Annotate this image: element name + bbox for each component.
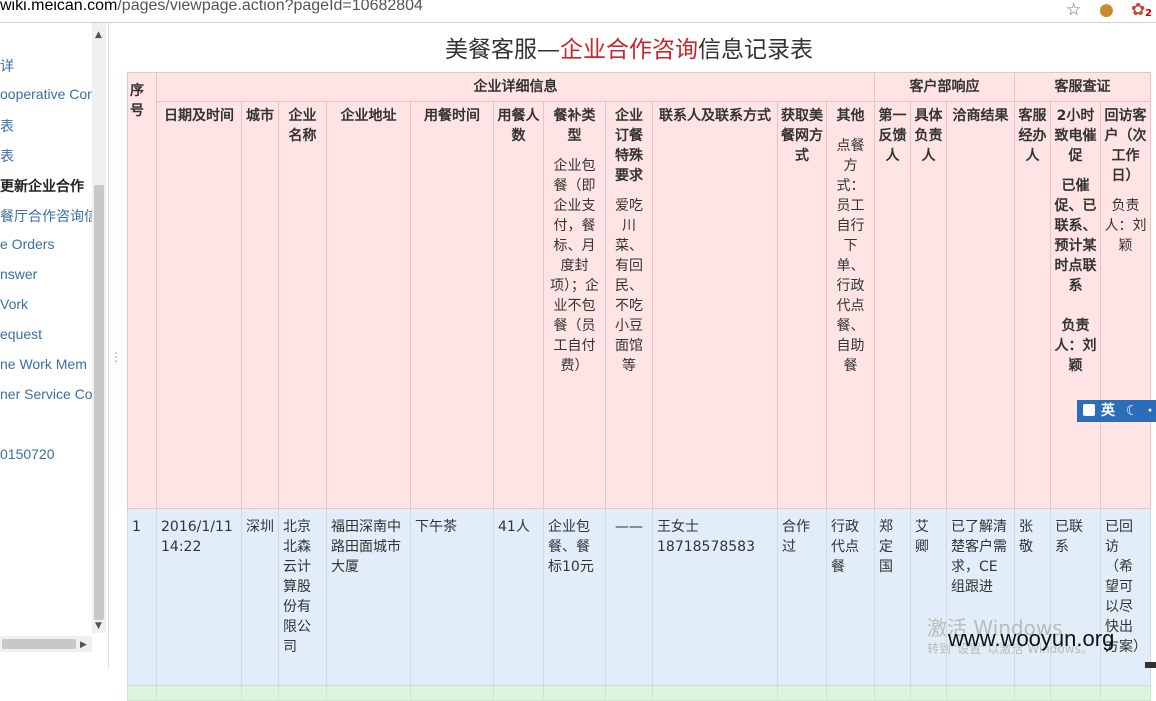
cookie-icon[interactable]: ●	[1099, 0, 1114, 20]
sidebar-item[interactable]: 表	[0, 116, 14, 136]
col-header: 企业地址	[326, 101, 411, 509]
table-cell: 深圳	[241, 508, 279, 686]
col-header: 第一反馈人	[874, 101, 911, 509]
ime-more-icon[interactable]: ·	[1147, 403, 1152, 419]
scroll-down-arrow-icon[interactable]: ▼	[95, 621, 102, 631]
col-header: 其他 点餐方式：员工自行下单、行政代点餐、自助餐	[826, 101, 875, 509]
sidebar-item[interactable]: Vork	[0, 296, 28, 312]
table-cell: 下午茶	[410, 508, 494, 686]
ime-logo-icon	[1083, 404, 1095, 416]
sidebar-hscroll-thumb[interactable]	[2, 639, 76, 649]
sidebar-item[interactable]: equest	[0, 326, 42, 342]
table-cell: 41人	[493, 508, 544, 686]
moon-icon[interactable]: ☾	[1126, 403, 1139, 419]
sidebar-item[interactable]: ner Service Co	[0, 386, 93, 402]
url-text[interactable]: wiki.meican.com/pages/viewpage.action?pa…	[0, 0, 423, 15]
table-cell: 福田深南中路田面城市大厦	[326, 508, 411, 686]
table-cell: 王女士 18718578583	[652, 508, 778, 686]
col-header: 城市	[241, 101, 279, 509]
sidebar-item[interactable]: 详	[0, 56, 14, 76]
table-cell: 已回访（希望可以尽快出方案）	[1100, 508, 1151, 686]
extension-icon[interactable]: ✿	[1131, 0, 1145, 20]
scroll-right-arrow-icon[interactable]: ▶	[80, 640, 87, 650]
bookmark-star-icon[interactable]: ☆	[1066, 0, 1081, 20]
col-header: 企业订餐特殊要求 爱吃川菜、有回民、不吃小豆面馆等	[605, 101, 653, 509]
col-header: 用餐人数	[493, 101, 544, 509]
source-watermark: www.wooyun.org	[948, 626, 1115, 651]
table-cell: ——	[605, 508, 653, 686]
table-cell: 张敬	[1014, 508, 1051, 686]
browser-url-bar[interactable]: wiki.meican.com/pages/viewpage.action?pa…	[0, 0, 1156, 23]
col-header-seq: 序号	[127, 72, 157, 509]
sidebar-item[interactable]: 餐厅合作咨询信	[0, 206, 98, 226]
col-header: 2小时致电催促 已催促、已联系、预计某时点联系 负责人：刘颖	[1050, 101, 1101, 509]
col-header: 洽商结果	[946, 101, 1015, 509]
table-row-partial	[127, 685, 1151, 701]
extension-badge: 2	[1145, 8, 1152, 19]
col-header: 具体负责人	[910, 101, 947, 509]
table-row: 1 2016/1/11 14:22 深圳 北京北森云计算股份有限公司 福田深南中…	[127, 508, 1151, 686]
page-title: 美餐客服—企业合作咨询信息记录表	[445, 37, 813, 63]
table-cell: 郑定国	[874, 508, 911, 686]
sidebar-item[interactable]: 0150720	[0, 446, 55, 462]
sidebar-resize-handle[interactable]: ⋮	[110, 350, 122, 364]
col-header: 企业名称	[278, 101, 327, 509]
row-seq: 1	[127, 508, 157, 686]
corner-mark	[1145, 662, 1156, 668]
col-header: 客服经办人	[1014, 101, 1051, 509]
table-cell: 合作过	[777, 508, 827, 686]
sidebar-item[interactable]: 表	[0, 146, 14, 166]
col-header: 餐补类型 企业包餐（即企业支付，餐标、月度封项）；企业不包餐（员工自付费）	[543, 101, 606, 509]
ime-toolbar[interactable]: 英 ☾ ·	[1077, 400, 1156, 422]
table-cell: 艾卿	[910, 508, 947, 686]
col-header: 日期及时间	[156, 101, 242, 509]
col-header: 用餐时间	[410, 101, 494, 509]
table-cell: 2016/1/11 14:22	[156, 508, 242, 686]
table-cell: 北京北森云计算股份有限公司	[278, 508, 327, 686]
table-cell: 已联系	[1050, 508, 1101, 686]
table-cell: 已了解清楚客户需求，CE组跟进	[946, 508, 1015, 686]
table-cell: 企业包餐、餐标10元	[543, 508, 606, 686]
group-header-service-check: 客服查证	[1014, 72, 1151, 102]
col-header: 回访客户（次工作日） 负责人：刘颖	[1100, 101, 1151, 509]
col-header: 联系人及联系方式	[652, 101, 778, 509]
table-cell: 行政代点餐	[826, 508, 875, 686]
scroll-up-arrow-icon[interactable]: ▲	[95, 30, 102, 40]
group-header-company: 企业详细信息	[156, 72, 875, 102]
sidebar-item[interactable]: e Orders	[0, 236, 54, 252]
sidebar-item[interactable]: nswer	[0, 266, 37, 282]
sidebar-item[interactable]: ne Work Mem	[0, 356, 87, 372]
sidebar-item[interactable]: ooperative Con	[0, 86, 95, 102]
col-header: 获取美餐网方式	[777, 101, 827, 509]
inquiry-record-table: 序号 企业详细信息 客户部响应 客服查证 日期及时间 城市 企业名称 企业地址 …	[127, 72, 1151, 701]
sidebar-scroll-thumb[interactable]	[94, 185, 104, 620]
sidebar-item-current[interactable]: 更新企业合作	[0, 176, 84, 196]
group-header-customer-dept: 客户部响应	[874, 72, 1015, 102]
